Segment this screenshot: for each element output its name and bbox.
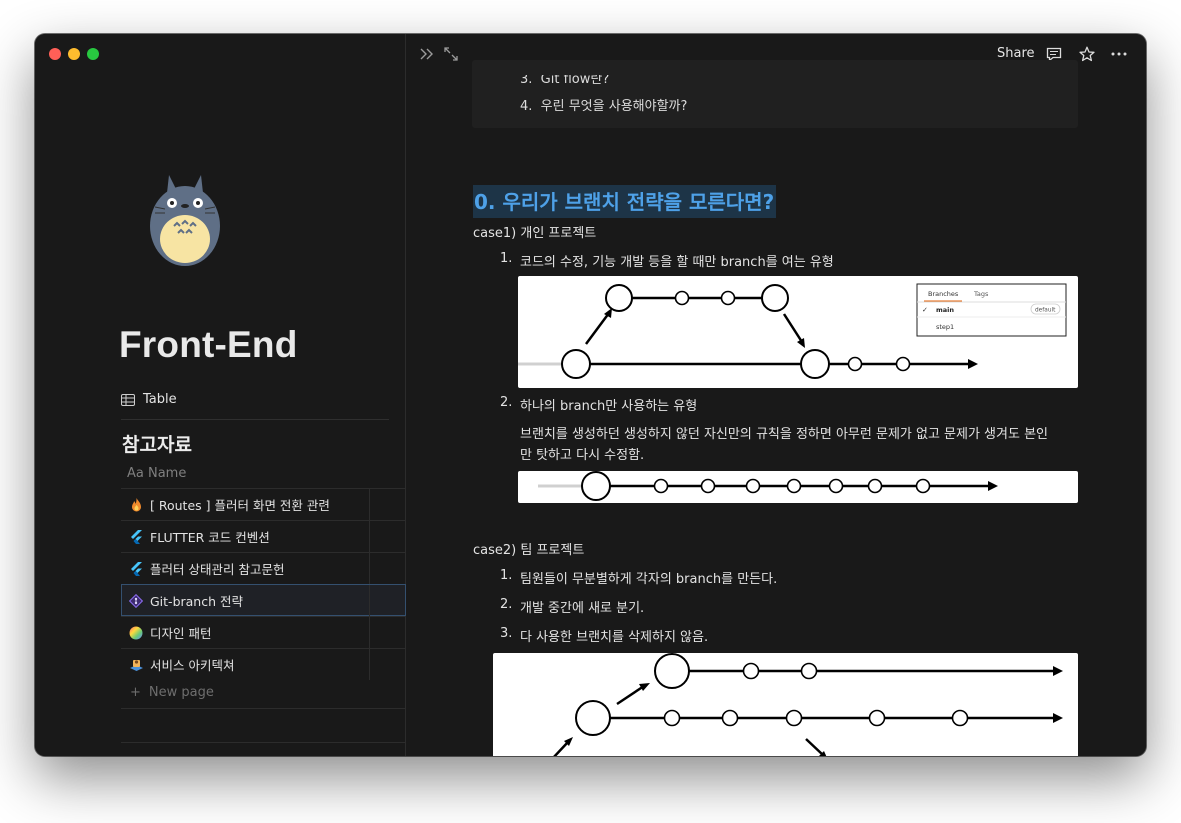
branch-main: main [936, 306, 954, 314]
database-title[interactable]: 참고자료 [122, 430, 192, 457]
window-controls [49, 48, 99, 60]
list-item[interactable]: 하나의 branch만 사용하는 유형 [520, 395, 697, 414]
branch-diagram-3[interactable] [493, 653, 1078, 756]
column-header-name[interactable]: Aa Name [127, 466, 186, 481]
toc-item[interactable]: 4. 우린 무엇을 사용해야할까? [520, 95, 687, 114]
more-options-icon[interactable] [1111, 52, 1127, 56]
branches-tab: Branches [928, 290, 959, 298]
star-icon[interactable] [1079, 46, 1095, 62]
new-page-label: New page [148, 685, 214, 700]
check-icon: ✓ [922, 306, 928, 314]
app-window: Front-End Table 참고자료 Aa Name [ Routes ] … [35, 34, 1146, 756]
branch-diagram-2[interactable] [518, 471, 1078, 503]
list-number: 2. [500, 395, 513, 410]
case2-label[interactable]: case2) 팀 프로젝트 [473, 539, 584, 558]
section-heading[interactable]: 0. 우리가 브랜치 전략을 모른다면? [473, 185, 777, 218]
expand-icon[interactable] [444, 47, 458, 61]
row-label: 플러터 상태관리 참고문헌 [150, 562, 285, 577]
table-row[interactable]: [ Routes ] 플러터 화면 전환 관련 [121, 488, 406, 520]
database-rows: [ Routes ] 플러터 화면 전환 관련 FLUTTER 코드 컨벤션 플… [121, 488, 406, 680]
table-of-contents [472, 60, 1078, 128]
totoro-page-icon[interactable] [145, 171, 225, 271]
list-item[interactable]: 코드의 수정, 기능 개발 등을 할 때만 branch를 여는 유형 [520, 251, 834, 270]
table-view-tab[interactable]: Table [121, 392, 177, 407]
page-title[interactable]: Front-End [119, 324, 298, 366]
branch-step: step1 [936, 323, 954, 331]
tags-tab: Tags [973, 290, 989, 298]
table-row[interactable]: 디자인 패턴 [121, 616, 406, 648]
left-pane: Front-End Table 참고자료 Aa Name [ Routes ] … [35, 34, 406, 756]
fire-icon [128, 497, 144, 513]
paragraph-line[interactable]: 만 탓하고 다시 수정함. [520, 444, 644, 463]
share-button[interactable]: Share [997, 46, 1035, 61]
divider [121, 742, 405, 743]
zoom-window-button[interactable] [87, 48, 99, 60]
row-label: FLUTTER 코드 컨벤션 [150, 530, 270, 545]
list-item[interactable]: 개발 중간에 새로 분기. [520, 597, 644, 616]
row-label: Git-branch 전략 [150, 594, 243, 609]
row-label: 서비스 아키텍쳐 [150, 658, 235, 673]
table-row[interactable]: FLUTTER 코드 컨벤션 [121, 520, 406, 552]
branch-diagram-1[interactable]: Branches Tags ✓ main default step1 [518, 276, 1078, 388]
flutter-icon [128, 561, 144, 577]
paragraph-line[interactable]: 브랜치를 생성하던 생성하지 않던 자신만의 규칙을 정하면 아무런 문제가 없… [520, 423, 1048, 442]
git-icon [128, 593, 144, 609]
list-number: 2. [500, 597, 513, 612]
document-pane: Share 3. Git flow란? 4. 우린 무엇을 사용해야할까? 0.… [406, 34, 1146, 756]
double-chevron-right-icon[interactable] [420, 48, 434, 60]
plus-icon: + [130, 685, 141, 700]
list-item[interactable]: 팀원들이 무분별하게 각자의 branch를 만든다. [520, 568, 777, 587]
row-label: [ Routes ] 플러터 화면 전환 관련 [150, 498, 330, 513]
table-row-selected[interactable]: Git-branch 전략 [121, 584, 406, 616]
server-icon [128, 657, 144, 673]
table-icon [121, 393, 135, 406]
new-page-button[interactable]: + New page [130, 685, 214, 700]
close-window-button[interactable] [49, 48, 61, 60]
divider [121, 708, 405, 709]
divider [121, 419, 389, 420]
list-number: 1. [500, 251, 513, 266]
table-row[interactable]: 서비스 아키텍쳐 [121, 648, 406, 680]
table-row[interactable]: 플러터 상태관리 참고문헌 [121, 552, 406, 584]
color-wheel-icon [128, 625, 144, 641]
table-view-label: Table [143, 392, 177, 407]
flutter-icon [128, 529, 144, 545]
row-label: 디자인 패턴 [150, 626, 212, 641]
default-badge: default [1035, 308, 1056, 314]
list-number: 3. [500, 626, 513, 641]
case1-label[interactable]: case1) 개인 프로젝트 [473, 222, 596, 241]
list-number: 1. [500, 568, 513, 583]
list-item[interactable]: 다 사용한 브랜치를 삭제하지 않음. [520, 626, 708, 645]
minimize-window-button[interactable] [68, 48, 80, 60]
